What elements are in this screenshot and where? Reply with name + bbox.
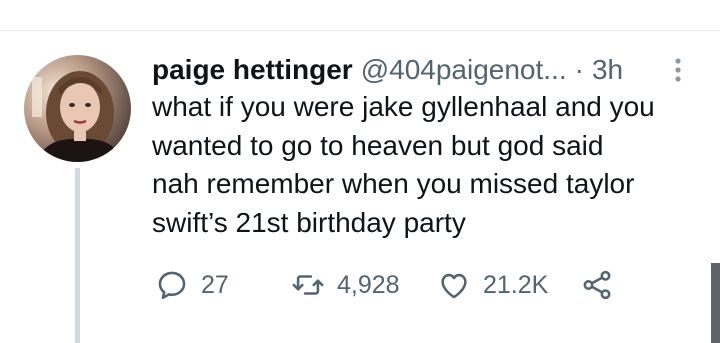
author-handle[interactable]: @404paigenot... xyxy=(361,52,567,88)
separator-dot: · xyxy=(574,54,584,85)
retweet-icon xyxy=(291,268,325,302)
top-divider xyxy=(0,30,720,31)
retweet-count: 4,928 xyxy=(337,270,400,299)
scrollbar-thumb[interactable] xyxy=(711,263,720,343)
timestamp[interactable]: 3h xyxy=(592,52,623,88)
reply-count: 27 xyxy=(201,270,229,299)
thread-line xyxy=(75,168,80,343)
tweet-text: what if you were jake gyllenhaal and you… xyxy=(152,88,712,242)
tweet-actions: 27 4,928 21.2K xyxy=(0,265,720,305)
tweet-header: paige hettinger @404paigenot... · 3h xyxy=(152,52,623,88)
tweet-text-line: what if you were jake gyllenhaal and you xyxy=(152,91,655,122)
heart-icon xyxy=(437,268,471,302)
tweet-text-line: nah remember when you missed taylor xyxy=(152,168,635,199)
retweet-button[interactable]: 4,928 xyxy=(291,265,400,305)
share-icon xyxy=(580,268,614,302)
tweet-text-line: wanted to go to heaven but god said xyxy=(152,129,604,161)
tweet-text-line: swift’s 21st birthday party xyxy=(152,206,466,238)
share-button[interactable] xyxy=(580,265,614,305)
avatar-photo xyxy=(24,55,131,162)
like-count: 21.2K xyxy=(483,270,549,299)
avatar[interactable] xyxy=(24,55,131,162)
reply-icon xyxy=(155,268,189,302)
like-button[interactable]: 21.2K xyxy=(437,265,548,305)
reply-button[interactable]: 27 xyxy=(155,265,229,305)
more-vertical-icon[interactable] xyxy=(668,56,688,86)
author-name[interactable]: paige hettinger xyxy=(152,52,353,88)
